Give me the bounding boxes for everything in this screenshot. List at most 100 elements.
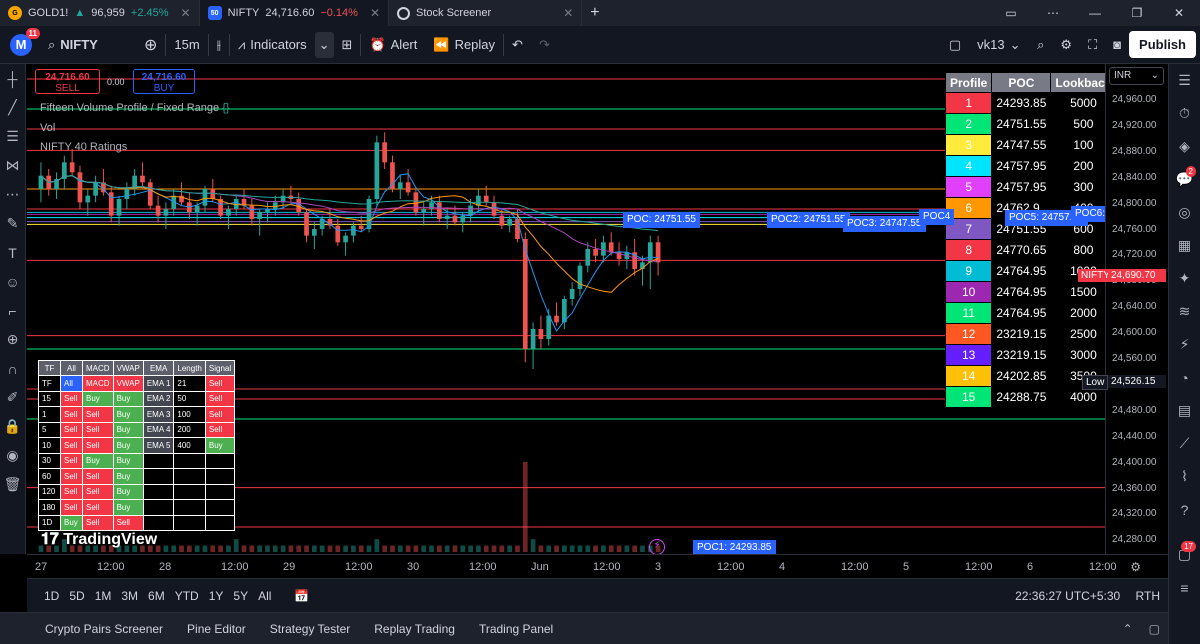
replay-button[interactable]: ⏪ Replay — [425, 26, 503, 64]
range-button-ytd[interactable]: YTD — [170, 589, 204, 603]
close-icon[interactable]: ✕ — [563, 6, 573, 20]
volume-bar — [640, 545, 645, 552]
time-axis[interactable]: 27 12:00 28 12:00 29 12:00 30 12:00 Jun 12:00 3 12:… — [27, 554, 1168, 578]
target-icon[interactable]: ◎ — [1169, 196, 1200, 229]
pattern-icon[interactable]: ⋈ — [0, 151, 25, 180]
compare-button[interactable]: ⊕ — [136, 26, 165, 64]
lock-icon[interactable]: 🔒 — [0, 412, 25, 441]
hotlist-icon[interactable]: ⚡ — [1169, 328, 1200, 361]
bottom-panel-tab[interactable]: Replay Trading — [362, 622, 467, 636]
bottom-panel-tab[interactable]: Strategy Tester — [258, 622, 362, 636]
calendar-icon[interactable]: ▦ — [1169, 229, 1200, 262]
layout-toggle[interactable]: ▢ — [941, 26, 969, 64]
close-icon[interactable]: ✕ — [370, 6, 380, 20]
notifications-icon[interactable]: ▢ 17 — [1169, 538, 1200, 571]
maximize-icon[interactable]: ▢ — [1149, 622, 1160, 636]
legend-vol[interactable]: Vol — [40, 122, 55, 134]
stream-icon[interactable]: ≋ — [1169, 295, 1200, 328]
menu-icon[interactable]: ≡ — [1169, 571, 1200, 604]
range-button-1y[interactable]: 1Y — [204, 589, 229, 603]
ruler-icon[interactable]: ⌐ — [0, 296, 25, 325]
crosshair-icon[interactable]: ┼ — [0, 64, 25, 93]
range-button-5y[interactable]: 5Y — [228, 589, 253, 603]
pencil-lock-icon[interactable]: ✐ — [0, 383, 25, 412]
chart-type-button[interactable]: ⫲ — [209, 26, 229, 64]
bottom-panel-tab[interactable]: Crypto Pairs Screener — [0, 622, 175, 636]
fib-icon[interactable]: ☰ — [0, 122, 25, 151]
poc-label[interactable]: POC4 — [919, 209, 955, 225]
bottom-panel-tab[interactable]: Pine Editor — [175, 622, 258, 636]
clock-session[interactable]: 22:36:27 UTC+5:30 RTH — [1015, 589, 1160, 603]
layouts-button[interactable]: ⊞ — [334, 26, 361, 64]
price-axis[interactable]: INR ⌄ 24,960.00 24,920.00 24,880.00 24,840.… — [1078, 64, 1168, 554]
legend-ratings[interactable]: NIFTY 40 Ratings — [40, 141, 127, 153]
avatar[interactable]: M 11 — [10, 27, 40, 56]
publish-button[interactable]: Publish — [1129, 31, 1196, 58]
symbol-search[interactable]: ⌕ NIFTY — [40, 26, 136, 64]
emoji-icon[interactable]: ☺ — [0, 267, 25, 296]
axis-settings-icon[interactable]: ⚙ — [1130, 560, 1141, 574]
chart-pane[interactable]: 24,716.60 SELL 0.00 24,716.60 BUY Fiftee… — [27, 64, 1168, 556]
bulb-icon[interactable]: ✦ — [1169, 262, 1200, 295]
currency-select[interactable]: INR ⌄ — [1109, 67, 1164, 85]
minimize-icon[interactable]: — — [1074, 6, 1116, 20]
range-button-6m[interactable]: 6M — [143, 589, 170, 603]
range-button-all[interactable]: All — [253, 589, 276, 603]
layers-icon[interactable]: ◈ — [1169, 130, 1200, 163]
browser-tab-gold[interactable]: G GOLD1! ▲ 96,959 +2.45% ✕ — [0, 0, 200, 26]
forecast-icon[interactable]: ⋯ — [0, 180, 25, 209]
watchlist-icon[interactable]: ☰ — [1169, 64, 1200, 97]
brush-icon[interactable]: ✎ — [0, 209, 25, 238]
text-icon[interactable]: T — [0, 238, 25, 267]
new-tab-button[interactable]: + — [582, 0, 607, 26]
sell-button[interactable]: 24,716.60 SELL — [35, 69, 100, 94]
range-button-1d[interactable]: 1D — [39, 589, 64, 603]
range-button-3m[interactable]: 3M — [116, 589, 143, 603]
buy-button[interactable]: 24,716.60 BUY — [133, 69, 195, 94]
eye-icon[interactable]: ◉ — [0, 441, 25, 470]
chart-graph-icon[interactable]: ⟋ — [1169, 427, 1200, 460]
indicators-button[interactable]: ⩘ Indicators — [230, 26, 315, 64]
browser-tab-screener[interactable]: Stock Screener ✕ — [389, 0, 583, 26]
range-button-5d[interactable]: 5D — [64, 589, 89, 603]
lightning-icon[interactable]: ⚡ — [649, 539, 665, 555]
interval-button[interactable]: 15m — [166, 26, 207, 64]
settings-button[interactable]: ⚙ — [1052, 26, 1080, 64]
pie-icon[interactable]: ◔ — [1169, 361, 1200, 394]
close-window-icon[interactable]: ✕ — [1158, 6, 1200, 20]
help-icon[interactable]: ? — [1169, 493, 1200, 526]
chevron-up-icon[interactable]: ⌃ — [1123, 622, 1133, 636]
calendar-range-icon[interactable]: 📅 — [294, 589, 309, 603]
fullscreen-button[interactable]: ⛶ — [1080, 26, 1105, 64]
indicators-dropdown[interactable]: ⌄ — [314, 31, 334, 58]
user-menu[interactable]: M 11 — [0, 26, 40, 64]
more-icon[interactable]: ⋯ — [1032, 6, 1074, 20]
trend-line-icon[interactable]: ╱ — [0, 93, 25, 122]
poc-label[interactable]: POC2: 24751.55 — [767, 212, 850, 228]
volume-bar — [437, 545, 442, 552]
magnet-icon[interactable]: ∩ — [0, 354, 25, 383]
zoom-icon[interactable]: ⊕ — [0, 325, 25, 354]
poc-label[interactable]: POC: 24751.55 — [623, 212, 700, 228]
undo-button[interactable]: ↶ — [504, 26, 531, 64]
object-tree-icon[interactable]: ⌇ — [1169, 460, 1200, 493]
quick-search-button[interactable]: ⌕ — [1029, 26, 1052, 64]
range-button-1m[interactable]: 1M — [90, 589, 117, 603]
legend-volume-profile[interactable]: Fifteen Volume Profile / Fixed Range {} — [40, 102, 230, 114]
monitor-icon[interactable]: ▭ — [990, 6, 1032, 20]
volume-bar — [515, 545, 520, 552]
browser-tab-nifty[interactable]: 50 NIFTY 24,716.60 −0.14% ✕ — [199, 0, 389, 26]
trash-icon[interactable]: 🗑 — [0, 470, 25, 499]
poc-label[interactable]: POC3: 24747.55 — [843, 216, 926, 232]
bottom-panel-tab[interactable]: Trading Panel — [467, 622, 565, 636]
alerts-clock-icon[interactable]: ⏱ — [1169, 97, 1200, 130]
redo-button[interactable]: ↷ — [531, 26, 558, 64]
data-window-icon[interactable]: ▤ — [1169, 394, 1200, 427]
snapshot-button[interactable]: ◙ — [1105, 26, 1129, 64]
chat-icon[interactable]: 💬 2 — [1169, 163, 1200, 196]
layout-name-button[interactable]: vk13 ⌄ — [969, 26, 1029, 64]
alert-button[interactable]: ⏰ Alert — [361, 26, 425, 64]
tradingview-logo[interactable]: 𝟏𝟕 TradingView — [41, 531, 157, 549]
restore-icon[interactable]: ❐ — [1116, 6, 1158, 20]
close-icon[interactable]: ✕ — [181, 6, 191, 20]
